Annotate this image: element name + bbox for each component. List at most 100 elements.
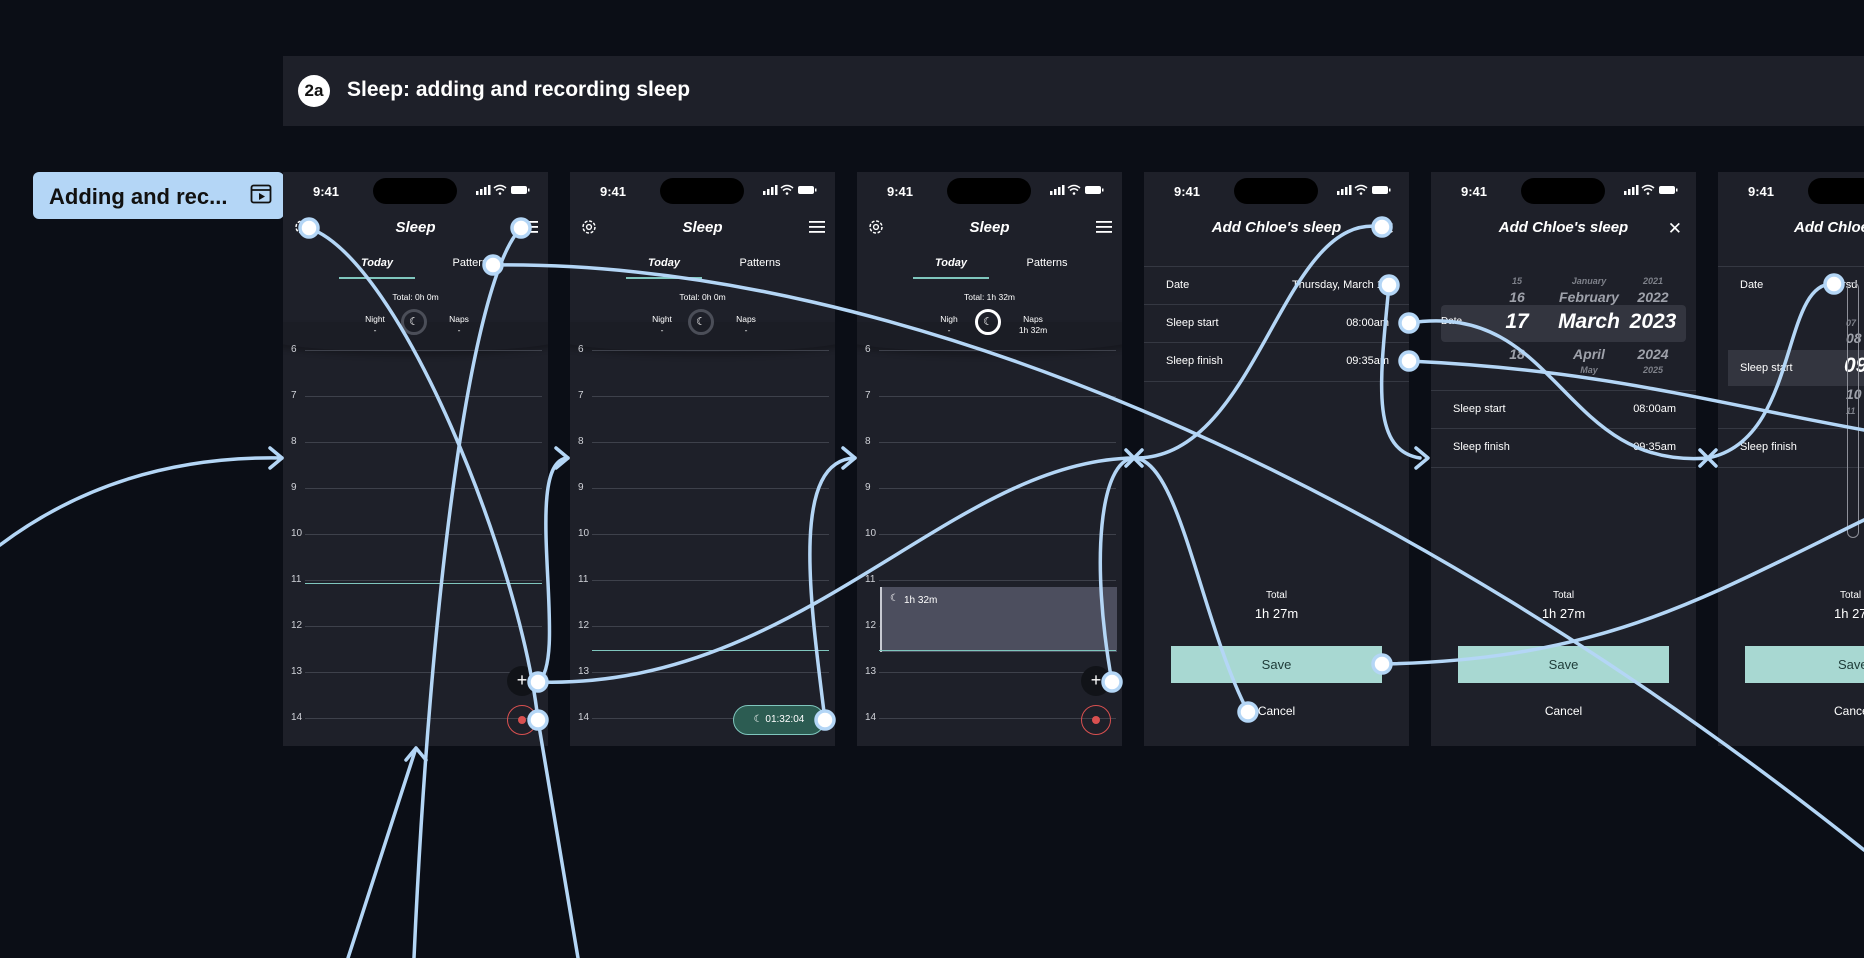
arrow-head — [554, 446, 570, 470]
hour-line — [305, 672, 542, 673]
play-frame-icon[interactable] — [250, 183, 272, 205]
naps-summary: Naps - — [439, 314, 479, 336]
hour-label: 9 — [865, 482, 871, 493]
sleep-dial[interactable]: ☾ — [688, 309, 714, 335]
tab-patterns[interactable]: Patterns — [435, 257, 511, 269]
dynamic-island — [1521, 178, 1605, 204]
status-bar: 9:41 — [570, 172, 835, 212]
hour-line — [305, 488, 542, 489]
picker-year[interactable]: 2021 — [1631, 276, 1675, 286]
picker-month[interactable]: May — [1549, 365, 1629, 375]
picker-year[interactable]: 2024 — [1627, 346, 1679, 362]
screen-timeline-recorded: 9:41 Sleep Today Patterns Total: 1h 32m … — [857, 172, 1122, 746]
hour-label: 10 — [865, 528, 877, 539]
form-title: Add Chloe's sleep — [1211, 219, 1342, 236]
hour-label: 6 — [865, 344, 871, 355]
tab-patterns[interactable]: Patterns — [1009, 257, 1085, 269]
record-sleep-button[interactable] — [507, 705, 537, 735]
picker-year[interactable]: 2025 — [1631, 365, 1675, 375]
sleep-finish-row[interactable]: Sleep finish — [1718, 428, 1864, 468]
hamburger-icon[interactable] — [809, 220, 825, 234]
hour-line — [879, 534, 1116, 535]
cancel-button[interactable]: Cance — [1834, 704, 1864, 718]
hour-label: 7 — [578, 390, 584, 401]
cancel-button[interactable]: Cancel — [1144, 704, 1409, 718]
status-bar: 9:41 — [283, 172, 548, 212]
flow-label[interactable]: Adding and rec... — [33, 172, 284, 219]
picker-year[interactable]: 2022 — [1627, 289, 1679, 305]
hour-label: 8 — [865, 436, 871, 447]
date-row[interactable]: Date Thursday, March 16 — [1144, 266, 1409, 305]
hour-label: 11 — [865, 574, 876, 585]
date-row[interactable]: Date ursd — [1718, 266, 1864, 305]
status-icons — [1337, 184, 1391, 195]
sleep-start-row[interactable]: Sleep start 08:00am — [1431, 390, 1696, 429]
close-icon[interactable]: ✕ — [1381, 219, 1395, 239]
save-label: Save — [1838, 657, 1864, 672]
picker-month[interactable]: January — [1549, 276, 1629, 286]
hamburger-icon[interactable] — [522, 220, 538, 234]
picker-scroll-track[interactable] — [1847, 282, 1859, 538]
save-button[interactable]: Save — [1458, 646, 1669, 683]
add-sleep-button[interactable]: + — [1081, 666, 1111, 696]
picker-year-selected[interactable]: 2023 — [1621, 310, 1685, 334]
status-time: 9:41 — [887, 184, 914, 199]
picker-day-selected[interactable]: 17 — [1499, 310, 1535, 334]
moon-icon: ☾ — [409, 316, 419, 328]
moon-icon: ☾ — [890, 593, 899, 604]
dynamic-island — [660, 178, 744, 204]
record-sleep-button[interactable] — [1081, 705, 1111, 735]
hamburger-icon[interactable] — [1096, 220, 1112, 234]
date-value: Thursday, March 16 — [1291, 279, 1389, 291]
picker-month[interactable]: April — [1544, 346, 1634, 362]
connector-line — [536, 718, 580, 958]
sleep-dial[interactable]: ☾ — [975, 309, 1001, 335]
close-icon[interactable]: ✕ — [1668, 219, 1682, 239]
merge-mark — [1124, 448, 1144, 468]
screen-add-sleep-form: 9:41 Add Chloe's sleep ✕ Date Thursday, M… — [1144, 172, 1409, 746]
sleep-finish-label: Sleep finish — [1453, 441, 1510, 453]
tab-today[interactable]: Today — [626, 257, 702, 269]
hour-line — [879, 488, 1116, 489]
tab-today[interactable]: Today — [339, 257, 415, 269]
tab-patterns[interactable]: Patterns — [722, 257, 798, 269]
cancel-button[interactable]: Cancel — [1431, 704, 1696, 718]
hour-label: 13 — [291, 666, 303, 677]
tab-today[interactable]: Today — [913, 257, 989, 269]
night-summary: Night - — [642, 314, 682, 336]
total-label: Total: 1h 32m — [963, 292, 1016, 302]
picker-day[interactable]: 16 — [1504, 289, 1530, 305]
save-button[interactable]: Save — [1745, 646, 1864, 683]
sleep-dial[interactable]: ☾ — [401, 309, 427, 335]
sleep-block-duration: 1h 32m — [904, 595, 938, 606]
hour-label: 8 — [291, 436, 297, 447]
total-label: Total — [1265, 590, 1288, 601]
app-title: Sleep — [395, 219, 436, 236]
status-bar: 9:41 — [1144, 172, 1409, 212]
merge-mark — [1698, 448, 1718, 468]
picker-day[interactable]: 18 — [1504, 346, 1530, 362]
total-label: Total: 0h 0m — [679, 292, 726, 302]
picker-month[interactable]: February — [1544, 289, 1634, 305]
sleep-finish-row[interactable]: Sleep finish 09:35am — [1144, 342, 1409, 382]
sleep-start-row[interactable]: Sleep start 08:00am — [1144, 304, 1409, 343]
current-time-line — [305, 583, 542, 584]
save-button[interactable]: Save — [1171, 646, 1382, 683]
status-time: 9:41 — [1461, 184, 1488, 199]
app-title: Sleep — [969, 219, 1010, 236]
hour-line — [305, 580, 542, 581]
tab-active-indicator — [913, 277, 989, 279]
hour-label: 10 — [291, 528, 303, 539]
sleep-finish-value: 09:35am — [1346, 355, 1389, 367]
dynamic-island — [947, 178, 1031, 204]
sleep-finish-row[interactable]: Sleep finish 09:35am — [1431, 428, 1696, 468]
date-picker-wheel[interactable]: Date 15 16 17 18 January February March … — [1441, 272, 1686, 382]
status-time: 9:41 — [1748, 184, 1775, 199]
picker-day[interactable]: 15 — [1507, 276, 1527, 286]
naps-value: - — [744, 325, 748, 335]
sleep-timer-pill[interactable]: ☾ 01:32:04 — [733, 705, 825, 735]
arrow-head — [268, 446, 284, 470]
add-sleep-button[interactable]: + — [507, 666, 537, 696]
recorded-sleep-block[interactable]: ☾ 1h 32m — [880, 587, 1117, 652]
date-label: Date — [1740, 279, 1764, 291]
